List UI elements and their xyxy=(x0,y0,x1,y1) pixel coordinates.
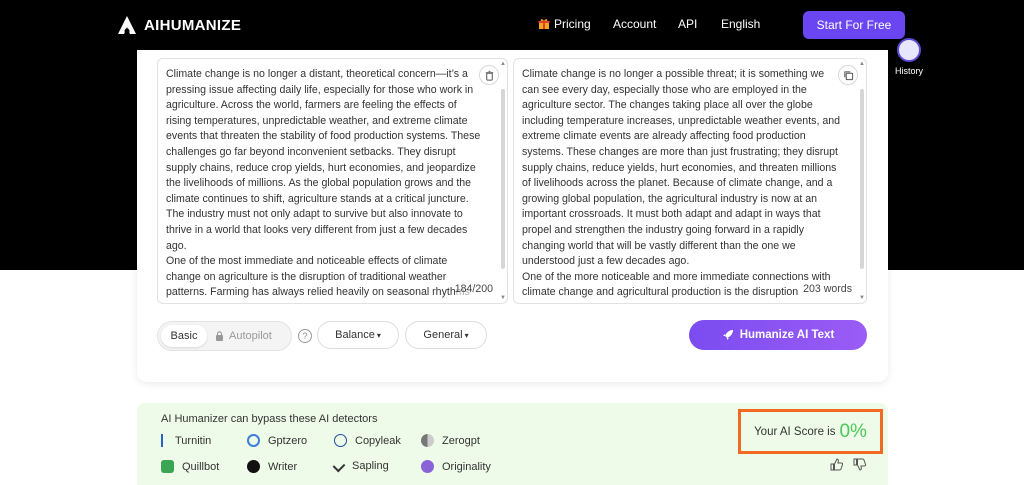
detector-name: Copyleak xyxy=(355,434,401,447)
detector-panel: AI Humanizer can bypass these AI detecto… xyxy=(137,403,888,485)
thumbs-up-icon[interactable] xyxy=(830,458,843,471)
detector-name: Gptzero xyxy=(268,434,308,447)
scroll-down-icon[interactable]: ▼ xyxy=(500,295,506,301)
input-paragraph: Climate change is no longer a distant, t… xyxy=(166,68,481,252)
history-icon xyxy=(897,38,921,62)
brand-name: AIHUMANIZE xyxy=(144,16,242,34)
nav-pricing-label: Pricing xyxy=(554,17,591,31)
chevron-down-icon: ▾ xyxy=(464,330,469,340)
detector-item: Copyleak xyxy=(334,434,401,447)
thumbs-down-icon[interactable] xyxy=(853,458,866,471)
input-textarea[interactable]: Climate change is no longer a distant, t… xyxy=(166,67,481,299)
scroll-up-icon[interactable]: ▲ xyxy=(859,61,865,67)
output-scrollbar[interactable] xyxy=(860,89,864,269)
nav-account-link[interactable]: Account xyxy=(613,17,656,31)
detector-item: Writer xyxy=(247,460,297,473)
mode-autopilot-option[interactable]: Autopilot xyxy=(215,330,272,342)
scroll-down-icon[interactable]: ▼ xyxy=(859,295,865,301)
output-text: Climate change is no longer a possible t… xyxy=(522,67,840,299)
controls-bar: Basic Autopilot ? Balance ▾ General ▾ Hu… xyxy=(157,320,867,351)
nav-api-link[interactable]: API xyxy=(678,17,697,31)
input-word-count: 184/200 xyxy=(454,283,493,295)
clear-button[interactable] xyxy=(479,65,499,85)
ai-score-box: Your AI Score is 0% xyxy=(738,409,883,454)
detector-name: Originality xyxy=(442,460,491,473)
mode-toggle: Basic Autopilot xyxy=(157,321,292,351)
nav-pricing-link[interactable]: Pricing xyxy=(538,17,591,31)
gptzero-icon xyxy=(247,434,260,447)
input-scrollbar[interactable] xyxy=(501,89,505,269)
output-word-count: 203 words xyxy=(803,283,852,295)
humanize-button-label: Humanize AI Text xyxy=(739,329,835,341)
input-paragraph: One of the most immediate and noticeable… xyxy=(166,255,470,299)
general-dropdown-label: General xyxy=(423,329,463,341)
detector-name: Zerogpt xyxy=(442,434,480,447)
sapling-icon xyxy=(332,459,346,473)
trash-icon xyxy=(485,70,493,81)
scroll-up-icon[interactable]: ▲ xyxy=(500,61,506,67)
writer-icon xyxy=(247,460,260,473)
output-paragraph: One of the more noticeable and more imme… xyxy=(522,270,831,299)
output-paragraph: Climate change is no longer a possible t… xyxy=(522,68,840,268)
detector-name: Sapling xyxy=(352,460,389,472)
ai-score-value: 0% xyxy=(839,420,867,442)
history-button[interactable]: History xyxy=(892,38,926,76)
logo-icon xyxy=(118,16,136,34)
detector-item: Zerogpt xyxy=(421,434,480,447)
rocket-icon xyxy=(722,330,733,340)
ai-score-label: Your AI Score is xyxy=(754,425,836,438)
feedback-buttons xyxy=(830,458,866,471)
copy-button[interactable] xyxy=(838,65,858,85)
humanizer-card: Climate change is no longer a distant, t… xyxy=(137,50,888,382)
output-panel: Climate change is no longer a possible t… xyxy=(513,58,867,304)
humanize-button[interactable]: Humanize AI Text xyxy=(689,320,867,350)
top-navbar: AIHUMANIZE Pricing Account API English S… xyxy=(0,0,1024,50)
language-selector[interactable]: English xyxy=(721,17,760,31)
detector-title: AI Humanizer can bypass these AI detecto… xyxy=(161,413,378,425)
quillbot-icon xyxy=(161,460,174,473)
detector-list: Turnitin Gptzero Copyleak Zerogpt Quillb… xyxy=(161,434,521,480)
copyleak-icon xyxy=(334,434,347,447)
mode-basic-option[interactable]: Basic xyxy=(161,325,207,347)
history-label: History xyxy=(894,66,923,76)
detector-name: Writer xyxy=(268,460,298,473)
brand-logo[interactable]: AIHUMANIZE xyxy=(116,14,241,36)
lock-icon xyxy=(216,331,223,341)
detector-name: Turnitin xyxy=(175,434,212,447)
mode-autopilot-label: Autopilot xyxy=(229,330,272,342)
balance-dropdown[interactable]: Balance ▾ xyxy=(317,321,399,349)
detector-item: Sapling xyxy=(332,459,389,473)
originality-icon xyxy=(421,460,434,473)
balance-dropdown-label: Balance xyxy=(335,329,375,341)
detector-item: Originality xyxy=(421,460,491,473)
start-for-free-button[interactable]: Start For Free xyxy=(803,11,905,39)
detector-item: Gptzero xyxy=(247,434,307,447)
zerogpt-icon xyxy=(421,434,434,447)
detector-item: Turnitin xyxy=(161,434,211,447)
gift-icon xyxy=(538,19,550,29)
turnitin-icon xyxy=(161,434,167,447)
copy-icon xyxy=(843,70,853,80)
input-panel[interactable]: Climate change is no longer a distant, t… xyxy=(157,58,508,304)
chevron-down-icon: ▾ xyxy=(376,330,381,340)
general-dropdown[interactable]: General ▾ xyxy=(405,321,487,349)
help-icon[interactable]: ? xyxy=(298,329,312,343)
detector-item: Quillbot xyxy=(161,460,219,473)
detector-name: Quillbot xyxy=(182,460,220,473)
